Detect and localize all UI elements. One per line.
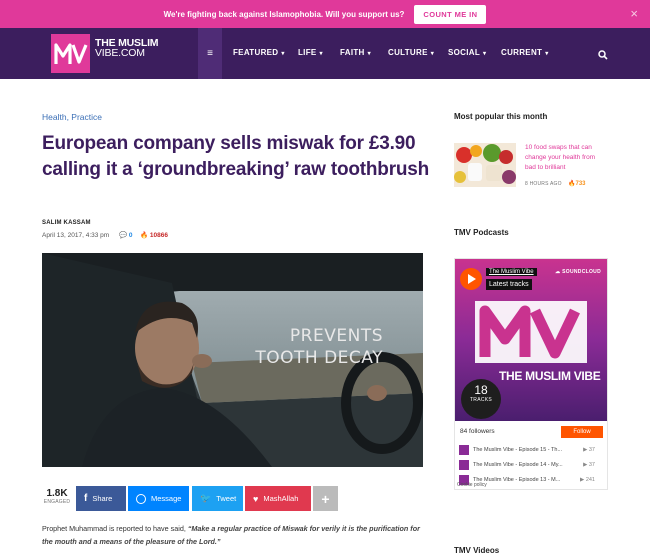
logo-wordmark[interactable]: THE MUSLIM VIBE.COM (95, 38, 159, 59)
track-plays: ▶ 37 (583, 447, 595, 453)
food-image (454, 143, 516, 187)
podcast-logo-icon (475, 301, 587, 363)
tracks-label: TRACKS (469, 397, 493, 403)
tweet-button[interactable]: 🐦 Tweet (192, 486, 243, 511)
most-popular-heading: Most popular this month (454, 112, 548, 121)
article-quote: Prophet Muhammad is reported to have sai… (42, 522, 432, 548)
comment-icon: 💬 (119, 232, 128, 239)
share-count-label: ENGAGED (43, 499, 71, 505)
button-label: Share (92, 494, 113, 503)
track-row[interactable]: The Muslim Vibe - Episode 14 - My... ▶ 3… (459, 458, 603, 472)
chevron-down-icon: ▾ (367, 51, 371, 57)
menu-button[interactable]: ≡ (198, 28, 222, 79)
twitter-icon: 🐦 (200, 493, 212, 503)
nav-item-culture[interactable]: CULTURE ▾ (388, 48, 434, 57)
soundcloud-brand[interactable]: ☁ SOUNDCLOUD (555, 269, 601, 275)
podcast-name: THE MUSLIM VIBE (499, 369, 601, 383)
cookie-policy-link[interactable]: Cookie policy (457, 482, 487, 488)
followers-count: 84 followers (460, 428, 495, 435)
nav-label: CURRENT (501, 48, 543, 57)
fire-icon: 🔥 (140, 232, 149, 239)
videos-heading: TMV Videos (454, 546, 500, 555)
author-name[interactable]: SALIM KASSAM (42, 220, 91, 226)
nav-label: FEATURED (233, 48, 279, 57)
button-label: MashAllah (263, 494, 299, 503)
track-plays: ▶ 241 (580, 477, 595, 483)
article-categories[interactable]: Health, Practice (42, 112, 102, 122)
chevron-down-icon: ▾ (319, 51, 323, 57)
tracks-count: 18 (474, 383, 488, 397)
track-thumbnail (459, 460, 469, 470)
site-logo[interactable] (51, 34, 90, 73)
latest-tracks-label: Latest tracks (486, 279, 532, 290)
chevron-down-icon: ▾ (430, 51, 435, 57)
facebook-icon: f (84, 493, 88, 504)
comment-count[interactable]: 💬 0 (119, 231, 133, 239)
share-count-value: 1.8K (46, 488, 68, 499)
track-row[interactable]: The Muslim Vibe - Episode 15 - Th... ▶ 3… (459, 443, 603, 457)
track-plays: ▶ 37 (583, 462, 595, 468)
logo-line-2: VIBE.COM (95, 47, 145, 59)
track-title: The Muslim Vibe - Episode 14 - My... (473, 462, 563, 468)
main-nav: THE MUSLIM VIBE.COM ≡ FEATURED ▾ LIFE ▾ FA… (0, 28, 650, 79)
article-hero-image: PREVENTS TOOTH DECAY (42, 253, 423, 467)
soundcloud-artwork: The Muslim Vibe Latest tracks ☁ SOUNDCLO… (455, 259, 607, 421)
popular-post-thumbnail[interactable] (454, 143, 516, 187)
more-share-button[interactable]: + (313, 486, 338, 511)
logo-mark-icon (53, 42, 87, 64)
close-icon[interactable]: × (630, 6, 638, 21)
nav-label: FAITH (340, 48, 365, 57)
count-me-in-button[interactable]: COUNT ME IN (414, 4, 487, 24)
chevron-down-icon: ▾ (281, 51, 285, 57)
search-icon[interactable] (598, 47, 608, 65)
comment-count-value: 0 (128, 232, 133, 239)
mashallah-button[interactable]: ♥ MashAllah (245, 486, 311, 511)
button-label: Tweet (216, 494, 237, 503)
soundcloud-user[interactable]: The Muslim Vibe (486, 268, 537, 276)
popular-views-value: 733 (575, 181, 586, 187)
messenger-icon (136, 493, 146, 504)
track-plays-value: 241 (585, 477, 595, 483)
facebook-share-button[interactable]: f Share (76, 486, 126, 511)
track-title: The Muslim Vibe - Episode 15 - Th... (473, 447, 563, 453)
popular-post-title[interactable]: 10 food swaps that can change your healt… (525, 143, 607, 173)
nav-item-life[interactable]: LIFE ▾ (298, 48, 323, 57)
view-count: 🔥 10866 (140, 231, 168, 239)
button-label: Message (151, 494, 182, 503)
quote-lead: Prophet Muhammad is reported to have sai… (42, 524, 188, 533)
nav-label: LIFE (298, 48, 317, 57)
soundcloud-widget: The Muslim Vibe Latest tracks ☁ SOUNDCLO… (454, 258, 608, 490)
overlay-line-1: PREVENTS (289, 326, 383, 346)
nav-item-faith[interactable]: FAITH ▾ (340, 48, 371, 57)
heart-icon: ♥ (253, 493, 259, 504)
popular-post-views: 🔥733 (568, 180, 586, 187)
image-overlay-text: PREVENTS TOOTH DECAY (255, 325, 383, 369)
share-count: 1.8K ENGAGED (42, 488, 72, 505)
support-banner: We're fighting back against Islamophobia… (0, 0, 650, 28)
nav-item-social[interactable]: SOCIAL ▾ (448, 48, 486, 57)
nav-item-featured[interactable]: FEATURED ▾ (233, 48, 285, 57)
tracks-badge: 18 TRACKS (461, 379, 501, 419)
soundcloud-brand-label: SOUNDCLOUD (562, 269, 601, 275)
track-plays-value: 37 (588, 462, 595, 468)
track-plays-value: 37 (588, 447, 595, 453)
view-count-value: 10866 (149, 232, 168, 239)
nav-label: CULTURE (388, 48, 428, 57)
track-thumbnail (459, 445, 469, 455)
publish-date: April 13, 2017, 4:33 pm (42, 232, 110, 239)
popular-post-time: 8 HOURS AGO (525, 181, 562, 187)
messenger-share-button[interactable]: Message (128, 486, 189, 511)
follow-button[interactable]: Follow (561, 426, 603, 438)
banner-text: We're fighting back against Islamophobia… (163, 9, 405, 19)
article-title: European company sells miswak for £3.90 … (42, 133, 430, 180)
overlay-line-2: TOOTH DECAY (255, 348, 383, 368)
chevron-down-icon: ▾ (545, 51, 549, 57)
nav-label: SOCIAL (448, 48, 481, 57)
podcasts-heading: TMV Podcasts (454, 228, 509, 237)
nav-item-current[interactable]: CURRENT ▾ (501, 48, 549, 57)
play-icon[interactable] (460, 268, 482, 290)
chevron-down-icon: ▾ (483, 51, 487, 57)
